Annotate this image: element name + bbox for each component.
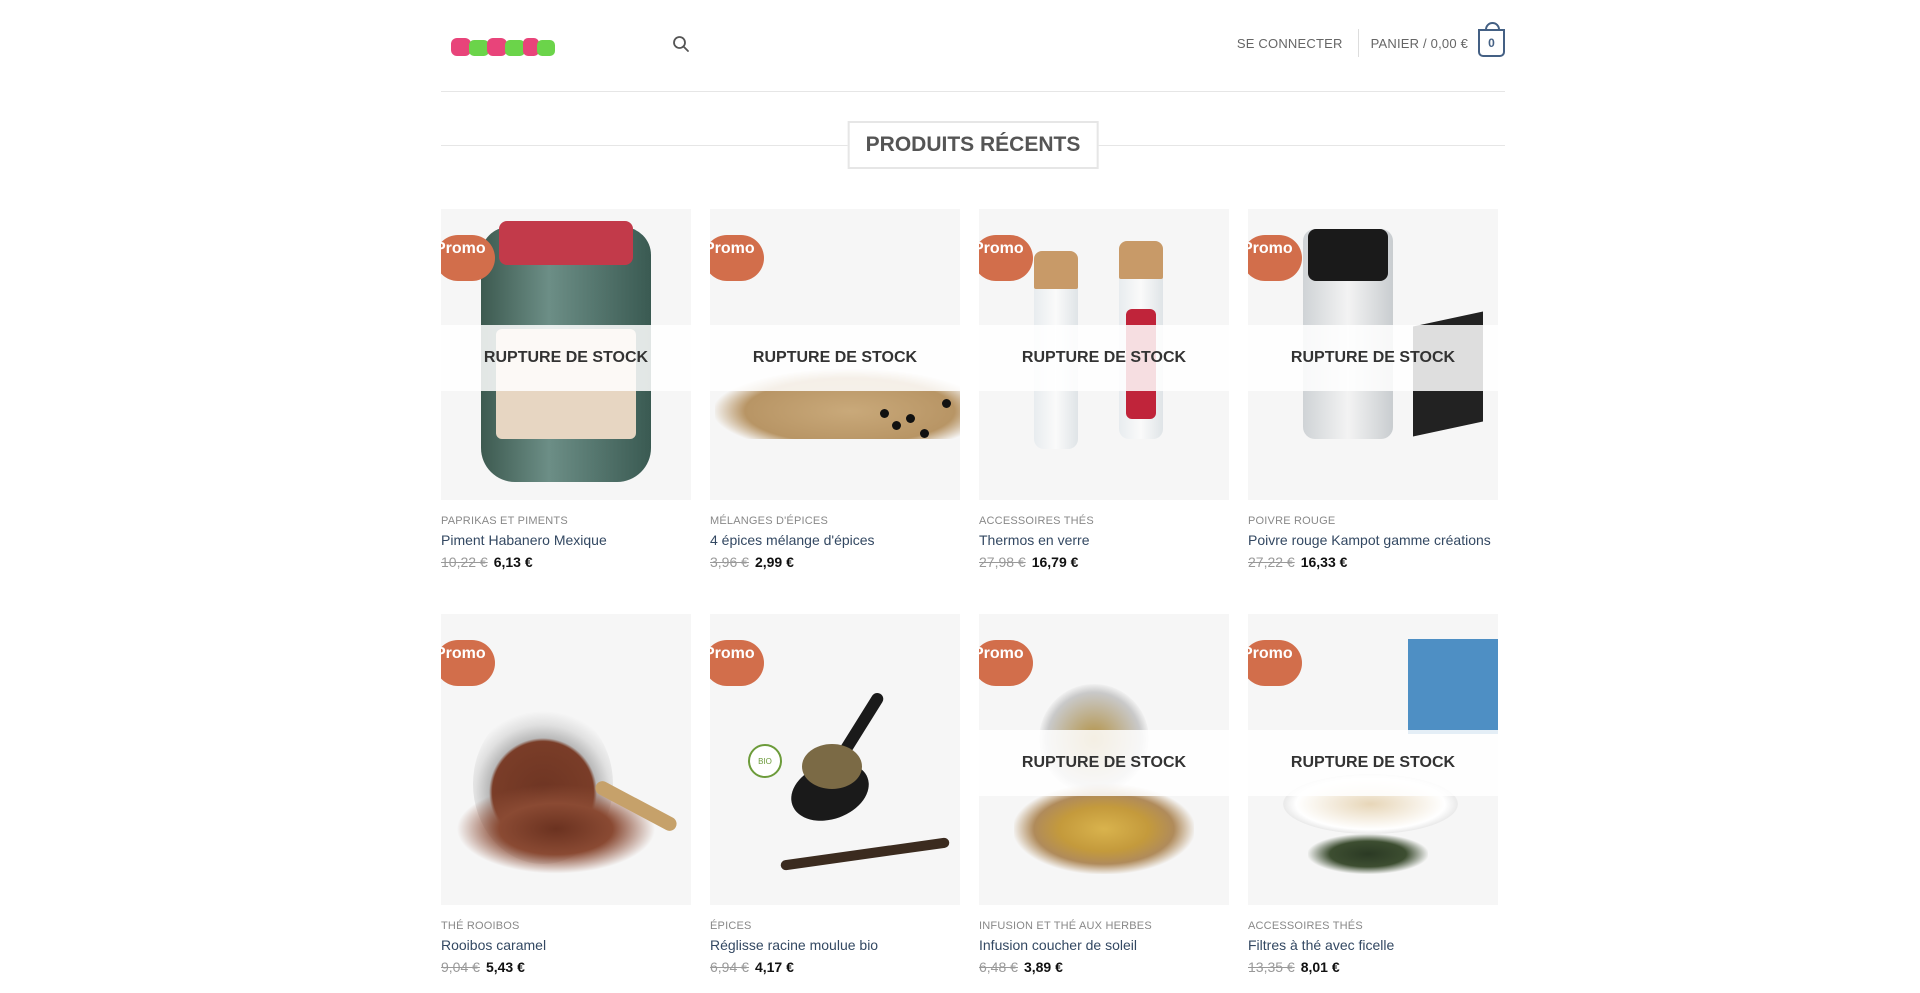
header-nav: SE CONNECTER PANIER / 0,00 € 0 — [1237, 22, 1505, 61]
tea-leaves — [1308, 834, 1428, 874]
product-card[interactable]: Promo ! RUPTURE DE STOCK PAPRIKAS ET PIM… — [441, 209, 691, 570]
out-of-stock-label: RUPTURE DE STOCK — [979, 325, 1229, 391]
peppercorn — [942, 399, 951, 408]
licorice-root — [780, 837, 950, 871]
sale-price: 16,33 € — [1300, 554, 1348, 570]
old-price: 9,04 € — [441, 959, 480, 975]
product-price: 13,35 € 8,01 € — [1248, 959, 1498, 975]
product-card[interactable]: Promo ! RUPTURE DE STOCK INFUSION ET THÉ… — [979, 614, 1229, 975]
product-card[interactable]: BIO Promo ! ÉPICES Réglisse racine moulu… — [710, 614, 960, 975]
bottle-cap — [1119, 241, 1163, 279]
old-price: 6,94 € — [710, 959, 749, 975]
promo-badge: Promo ! — [441, 235, 495, 281]
site-header: SE CONNECTER PANIER / 0,00 € 0 — [441, 0, 1505, 92]
product-image[interactable]: Promo ! RUPTURE DE STOCK — [979, 209, 1229, 500]
product-category[interactable]: ÉPICES — [710, 920, 960, 932]
sale-price: 6,13 € — [493, 554, 533, 570]
promo-badge: Promo ! — [710, 640, 764, 686]
peppercorn — [906, 414, 915, 423]
product-price: 6,48 € 3,89 € — [979, 959, 1229, 975]
promo-badge: Promo ! — [1248, 640, 1302, 686]
out-of-stock-label: RUPTURE DE STOCK — [710, 325, 960, 391]
promo-badge: Promo ! — [710, 235, 764, 281]
out-of-stock-label: RUPTURE DE STOCK — [1248, 730, 1498, 796]
old-price: 10,22 € — [441, 554, 488, 570]
old-price: 27,22 € — [1248, 554, 1295, 570]
herbal-infusion — [1014, 784, 1194, 874]
promo-badge: Promo ! — [979, 235, 1033, 281]
product-image[interactable]: BIO Promo ! — [710, 614, 960, 905]
product-name[interactable]: Rooibos caramel — [441, 937, 691, 953]
sale-price: 2,99 € — [754, 554, 794, 570]
product-name[interactable]: 4 épices mélange d'épices — [710, 532, 960, 548]
peppercorn — [880, 409, 889, 418]
cart-link[interactable]: PANIER / 0,00 € — [1371, 36, 1468, 51]
section-header: PRODUITS RÉCENTS — [441, 121, 1505, 169]
product-name[interactable]: Piment Habanero Mexique — [441, 532, 691, 548]
sale-price: 16,79 € — [1031, 554, 1079, 570]
bio-badge: BIO — [748, 744, 782, 778]
product-name[interactable]: Infusion coucher de soleil — [979, 937, 1229, 953]
product-name[interactable]: Thermos en verre — [979, 532, 1229, 548]
peppercorn — [920, 429, 929, 438]
jar-lid — [499, 221, 633, 265]
product-category[interactable]: ACCESSOIRES THÉS — [979, 515, 1229, 527]
product-category[interactable]: INFUSION ET THÉ AUX HERBES — [979, 920, 1229, 932]
cart-count-badge[interactable]: 0 — [1478, 22, 1505, 57]
product-price: 27,98 € 16,79 € — [979, 554, 1229, 570]
product-image[interactable]: Promo ! RUPTURE DE STOCK — [1248, 209, 1498, 500]
product-card[interactable]: Promo ! RUPTURE DE STOCK ACCESSOIRES THÉ… — [979, 209, 1229, 570]
promo-badge: Promo ! — [979, 640, 1033, 686]
product-name[interactable]: Poivre rouge Kampot gamme créations — [1248, 532, 1498, 548]
peppercorn — [892, 421, 901, 430]
old-price: 13,35 € — [1248, 959, 1295, 975]
section-title: PRODUITS RÉCENTS — [847, 121, 1099, 169]
product-name[interactable]: Réglisse racine moulue bio — [710, 937, 960, 953]
promo-badge: Promo ! — [1248, 235, 1302, 281]
product-image[interactable]: Promo ! RUPTURE DE STOCK — [1248, 614, 1498, 905]
old-price: 3,96 € — [710, 554, 749, 570]
filter-box — [1408, 639, 1498, 734]
sale-price: 3,89 € — [1023, 959, 1063, 975]
out-of-stock-label: RUPTURE DE STOCK — [1248, 325, 1498, 391]
out-of-stock-label: RUPTURE DE STOCK — [441, 325, 691, 391]
product-image[interactable]: Promo ! RUPTURE DE STOCK — [979, 614, 1229, 905]
product-image[interactable]: Promo ! RUPTURE DE STOCK — [441, 209, 691, 500]
out-of-stock-label: RUPTURE DE STOCK — [979, 730, 1229, 796]
search-icon[interactable] — [672, 35, 690, 53]
nav-divider — [1357, 29, 1359, 57]
product-price: 10,22 € 6,13 € — [441, 554, 691, 570]
bottle-cap — [1034, 251, 1078, 289]
promo-badge: Promo ! — [441, 640, 495, 686]
product-price: 3,96 € 2,99 € — [710, 554, 960, 570]
sale-price: 4,17 € — [754, 959, 794, 975]
product-category[interactable]: PAPRIKAS ET PIMENTS — [441, 515, 691, 527]
product-category[interactable]: THÉ ROOIBOS — [441, 920, 691, 932]
product-image[interactable]: Promo ! — [441, 614, 691, 905]
product-card[interactable]: Promo ! RUPTURE DE STOCK POIVRE ROUGE Po… — [1248, 209, 1498, 570]
product-category[interactable]: MÉLANGES D'ÉPICES — [710, 515, 960, 527]
sale-price: 8,01 € — [1300, 959, 1340, 975]
product-name[interactable]: Filtres à thé avec ficelle — [1248, 937, 1498, 953]
product-price: 6,94 € 4,17 € — [710, 959, 960, 975]
product-card[interactable]: Promo ! RUPTURE DE STOCK MÉLANGES D'ÉPIC… — [710, 209, 960, 570]
login-link[interactable]: SE CONNECTER — [1237, 36, 1343, 51]
product-price: 27,22 € 16,33 € — [1248, 554, 1498, 570]
product-price: 9,04 € 5,43 € — [441, 959, 691, 975]
product-category[interactable]: POIVRE ROUGE — [1248, 515, 1498, 527]
product-image[interactable]: Promo ! RUPTURE DE STOCK — [710, 209, 960, 500]
old-price: 27,98 € — [979, 554, 1026, 570]
product-card[interactable]: Promo ! RUPTURE DE STOCK ACCESSOIRES THÉ… — [1248, 614, 1498, 975]
product-category[interactable]: ACCESSOIRES THÉS — [1248, 920, 1498, 932]
ground-licorice — [802, 744, 862, 789]
site-logo[interactable] — [451, 34, 556, 60]
old-price: 6,48 € — [979, 959, 1018, 975]
tin-lid — [1308, 229, 1388, 281]
product-card[interactable]: Promo ! THÉ ROOIBOS Rooibos caramel 9,04… — [441, 614, 691, 975]
sale-price: 5,43 € — [485, 959, 525, 975]
